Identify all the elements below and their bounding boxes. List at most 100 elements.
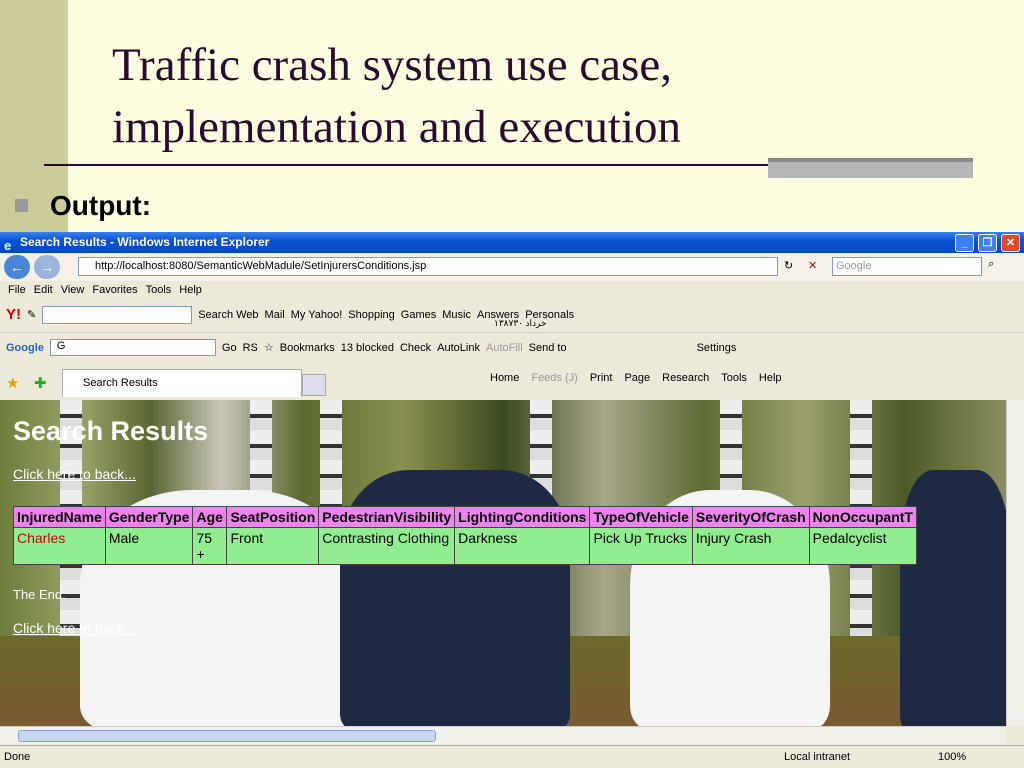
search-input[interactable]: Google: [832, 257, 982, 276]
stop-icon[interactable]: ✕: [808, 259, 817, 272]
cmd-research[interactable]: Research: [662, 372, 709, 384]
title-rule: [44, 164, 768, 166]
search-placeholder: Google: [836, 260, 872, 272]
col-injured-name: InjuredName: [13, 506, 106, 528]
url-text: http://localhost:8080/SemanticWebMadule/…: [95, 260, 427, 272]
google-send-to[interactable]: Send to: [529, 342, 567, 354]
tab-title: Search Results: [83, 377, 158, 389]
maximize-button[interactable]: ❐: [978, 234, 997, 252]
menu-view[interactable]: View: [61, 284, 85, 296]
tab-search-results[interactable]: Search Results: [62, 369, 302, 397]
cell-age: 75 +: [192, 527, 228, 565]
cmd-feeds[interactable]: Feeds (J): [531, 372, 577, 384]
cell-lighting-conditions: Darkness: [454, 527, 591, 565]
menu-favorites[interactable]: Favorites: [92, 284, 137, 296]
horizontal-scroll-thumb[interactable]: [18, 730, 436, 742]
google-settings[interactable]: Settings: [697, 342, 737, 354]
slide-title: Traffic crash system use case, implement…: [112, 39, 682, 153]
table-header-row: InjuredName GenderType Age SeatPosition …: [13, 506, 917, 528]
google-bookmarks[interactable]: Bookmarks: [280, 342, 335, 354]
back-link-bottom[interactable]: Click here to back...: [13, 620, 136, 636]
cell-seat-position: Front: [226, 527, 320, 565]
back-button[interactable]: ←: [4, 255, 30, 279]
google-autolink[interactable]: AutoLink: [437, 342, 480, 354]
end-text: The End.: [13, 587, 66, 602]
cell-pedestrian-visibility: Contrasting Clothing: [318, 527, 456, 565]
google-logo: Google: [6, 341, 44, 354]
yahoo-logo-icon[interactable]: Y!: [6, 306, 21, 323]
col-non-occupant: NonOccupantT: [808, 506, 917, 528]
star-icon: ☆: [263, 342, 274, 354]
google-autofill[interactable]: AutoFill: [486, 342, 523, 354]
table-row: Charles Male 75 + Front Contrasting Clot…: [13, 527, 917, 565]
add-favorites-icon[interactable]: ✚: [34, 374, 47, 392]
menu-help[interactable]: Help: [179, 284, 202, 296]
horizontal-scrollbar[interactable]: [0, 726, 1006, 744]
cmd-help[interactable]: Help: [759, 372, 782, 384]
yahoo-games[interactable]: Games: [401, 309, 436, 321]
vertical-scrollbar[interactable]: [1006, 400, 1024, 726]
yahoo-toolbar: Y! ✎ Search Web Mail My Yahoo! Shopping …: [0, 299, 1024, 330]
new-tab-button[interactable]: [302, 374, 326, 396]
yahoo-shopping[interactable]: Shopping: [348, 309, 395, 321]
yahoo-my-yahoo[interactable]: My Yahoo!: [291, 309, 343, 321]
security-zone: Local intranet: [784, 751, 851, 763]
yahoo-search-input[interactable]: [42, 305, 193, 324]
col-pedestrian-visibility: PedestrianVisibility: [318, 506, 456, 528]
yahoo-mail[interactable]: Mail: [265, 309, 285, 321]
col-lighting-conditions: LightingConditions: [454, 506, 591, 528]
favorites-star-icon[interactable]: ★: [6, 374, 19, 392]
bullet-square: [15, 199, 28, 212]
col-age: Age: [192, 506, 228, 528]
yahoo-search-web[interactable]: Search Web: [198, 309, 258, 321]
cell-injured-name: Charles: [13, 527, 106, 565]
menu-bar: File Edit View Favorites Tools Help: [0, 281, 1024, 299]
yahoo-music[interactable]: Music: [442, 309, 471, 321]
google-go[interactable]: Go: [222, 342, 237, 354]
menu-edit[interactable]: Edit: [34, 284, 53, 296]
menu-file[interactable]: File: [8, 284, 26, 296]
google-rs[interactable]: RS: [243, 342, 258, 354]
pencil-icon[interactable]: ✎: [27, 308, 36, 321]
output-label: Output:: [50, 190, 152, 221]
window-title: Search Results - Windows Internet Explor…: [20, 235, 270, 249]
close-button[interactable]: ✕: [1001, 234, 1020, 252]
status-bar: Done Local intranet 100%: [0, 745, 1024, 768]
cell-gender-type: Male: [104, 527, 194, 565]
tab-row: ★ ✚ Search Results Home Feeds (J) Print …: [0, 366, 1024, 399]
zoom-level[interactable]: 100%: [938, 746, 966, 768]
results-table: InjuredName GenderType Age SeatPosition …: [13, 506, 917, 565]
google-dropdown: G: [56, 340, 66, 352]
google-check[interactable]: Check: [400, 342, 431, 354]
command-bar: Home Feeds (J) Print Page Research Tools…: [490, 372, 782, 384]
results-heading: Search Results: [13, 416, 209, 446]
back-link-top[interactable]: Click here to back...: [13, 466, 136, 482]
col-seat-position: SeatPosition: [226, 506, 320, 528]
col-type-of-vehicle: TypeOfVehicle: [589, 506, 693, 528]
menu-tools[interactable]: Tools: [146, 284, 172, 296]
page-content: Search Results Click here to back... Inj…: [0, 400, 1006, 726]
address-bar-row: ← → http://localhost:8080/SemanticWebMad…: [0, 253, 1024, 281]
col-gender-type: GenderType: [104, 506, 194, 528]
google-search-input[interactable]: G: [49, 339, 216, 356]
cmd-tools[interactable]: Tools: [721, 372, 747, 384]
col-severity-of-crash: SeverityOfCrash: [691, 506, 810, 528]
window-titlebar[interactable]: e Search Results - Windows Internet Expl…: [0, 232, 1024, 253]
cell-non-occupant: Pedalcyclist: [808, 527, 917, 565]
minimize-button[interactable]: _: [955, 234, 974, 252]
search-icon[interactable]: ⌕: [988, 258, 994, 271]
google-toolbar: Google G Go RS ☆ Bookmarks 13 blocked Ch…: [0, 332, 1024, 362]
google-blocked[interactable]: 13 blocked: [341, 342, 394, 354]
forward-button[interactable]: →: [34, 255, 60, 279]
cell-type-of-vehicle: Pick Up Trucks: [589, 527, 693, 565]
refresh-icon[interactable]: ↻: [784, 259, 793, 272]
cmd-home[interactable]: Home: [490, 372, 519, 384]
status-text: Done: [4, 751, 31, 763]
yahoo-date: ۱۳۸۷خرداد ۳۰: [494, 318, 547, 328]
cmd-print[interactable]: Print: [590, 372, 613, 384]
address-input[interactable]: http://localhost:8080/SemanticWebMadule/…: [78, 257, 778, 276]
cmd-page[interactable]: Page: [624, 372, 650, 384]
cell-severity-of-crash: Injury Crash: [691, 527, 810, 565]
browser-window: e Search Results - Windows Internet Expl…: [0, 232, 1024, 768]
title-rule-block: [768, 158, 973, 178]
